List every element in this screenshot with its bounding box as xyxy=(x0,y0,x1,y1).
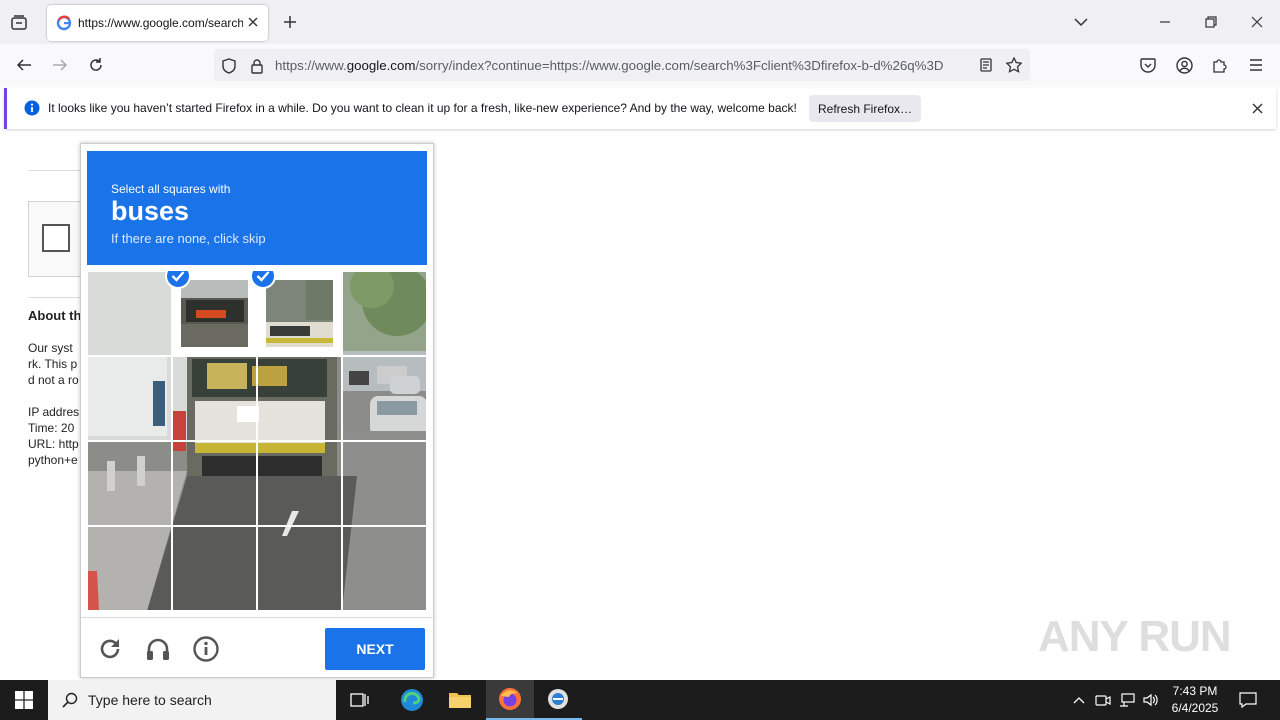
anyrun-watermark: ANY RUN xyxy=(1038,612,1232,661)
volume-icon[interactable] xyxy=(1140,680,1162,720)
reload-icon[interactable] xyxy=(85,54,107,76)
navigation-bar: https://www.google.com/sorry/index?conti… xyxy=(0,44,1280,86)
challenge-image-grid xyxy=(87,271,427,611)
challenge-header: Select all squares with buses If there a… xyxy=(87,151,427,265)
new-tab-icon[interactable] xyxy=(280,12,300,32)
extensions-icon[interactable] xyxy=(1209,54,1231,76)
grid-tile-9[interactable] xyxy=(87,441,172,526)
notification-message: It looks like you haven’t started Firefo… xyxy=(48,101,797,115)
account-icon[interactable] xyxy=(1173,54,1195,76)
back-icon[interactable] xyxy=(13,54,35,76)
page-text-line: rk. This p xyxy=(28,357,78,371)
recaptcha-challenge: Select all squares with buses If there a… xyxy=(80,143,435,679)
tab-title: https://www.google.com/search xyxy=(78,16,243,30)
info-icon xyxy=(24,100,40,116)
task-view-icon[interactable] xyxy=(336,680,384,720)
page-divider-bottom xyxy=(28,297,88,298)
grid-tile-13[interactable] xyxy=(87,526,172,611)
system-clock[interactable]: 7:43 PM 6/4/2025 xyxy=(1166,683,1224,717)
grid-tile-14[interactable] xyxy=(172,526,257,611)
next-button[interactable]: NEXT xyxy=(325,628,425,670)
firefox-view-icon[interactable] xyxy=(8,12,30,34)
close-window-icon[interactable] xyxy=(1247,12,1267,32)
minimize-icon[interactable] xyxy=(1155,12,1175,32)
grid-tile-15[interactable] xyxy=(257,526,342,611)
firefox-refresh-notification: It looks like you haven’t started Firefo… xyxy=(4,88,1276,129)
restore-icon[interactable] xyxy=(1201,12,1221,32)
page-text-line: Time: 20 xyxy=(28,421,75,435)
grid-tile-16[interactable] xyxy=(342,526,427,611)
grid-tile-11[interactable] xyxy=(257,441,342,526)
url-bar[interactable]: https://www.google.com/sorry/index?conti… xyxy=(214,49,1030,81)
taskbar-search-box[interactable]: Type here to search xyxy=(48,680,336,720)
edge-icon[interactable] xyxy=(388,680,436,720)
page-text-line: IP addres xyxy=(28,405,80,419)
grid-tile-1[interactable] xyxy=(87,271,172,356)
about-heading: About th xyxy=(28,308,82,323)
challenge-target: buses xyxy=(111,196,190,226)
bookmark-star-icon[interactable] xyxy=(1005,56,1023,74)
file-explorer-icon[interactable] xyxy=(436,680,484,720)
grid-tile-6[interactable] xyxy=(172,356,257,441)
forward-icon[interactable] xyxy=(49,54,71,76)
app-menu-icon[interactable] xyxy=(1245,54,1267,76)
grid-tile-3-selected[interactable] xyxy=(250,271,342,356)
reader-view-icon[interactable] xyxy=(977,56,995,74)
challenge-footer: NEXT xyxy=(81,617,435,679)
show-hidden-icons-icon[interactable] xyxy=(1068,680,1090,720)
start-button[interactable] xyxy=(0,680,48,720)
grid-tile-5[interactable] xyxy=(87,356,172,441)
grid-tile-7[interactable] xyxy=(257,356,342,441)
help-info-icon[interactable] xyxy=(193,636,219,662)
challenge-hint: If there are none, click skip xyxy=(111,231,266,246)
windows-logo-icon xyxy=(15,691,33,709)
clock-date: 6/4/2025 xyxy=(1171,701,1219,715)
tab-bar: https://www.google.com/search xyxy=(0,0,1280,44)
search-icon xyxy=(62,692,78,708)
grid-tile-4[interactable] xyxy=(342,271,427,356)
grid-tile-8[interactable] xyxy=(342,356,427,441)
tile-thumbnail xyxy=(266,280,333,347)
search-placeholder: Type here to search xyxy=(88,692,212,708)
page-text-line: d not a ro xyxy=(28,373,79,387)
running-app-icon[interactable] xyxy=(534,680,582,720)
close-notification-icon[interactable] xyxy=(1252,103,1263,114)
close-tab-icon[interactable] xyxy=(246,15,260,29)
grid-tile-2-selected[interactable] xyxy=(165,271,257,356)
clock-time: 7:43 PM xyxy=(1172,684,1218,698)
tracking-protection-shield-icon[interactable] xyxy=(220,57,238,75)
recaptcha-anchor-box xyxy=(28,201,88,277)
challenge-instruction: Select all squares with xyxy=(111,182,231,196)
pocket-icon[interactable] xyxy=(1137,54,1159,76)
browser-tab[interactable]: https://www.google.com/search xyxy=(47,5,268,41)
list-all-tabs-icon[interactable] xyxy=(1071,12,1091,32)
meet-now-icon[interactable] xyxy=(1092,680,1114,720)
page-divider-top xyxy=(28,170,88,171)
grid-tile-10[interactable] xyxy=(172,441,257,526)
windows-taskbar: Type here to search 7:43 PM 6/4/2025 xyxy=(0,680,1280,720)
page-text-line: python+e xyxy=(28,453,78,467)
page-text-line: URL: http xyxy=(28,437,79,451)
reload-challenge-icon[interactable] xyxy=(97,636,123,662)
lock-icon[interactable] xyxy=(248,57,266,75)
google-favicon-icon xyxy=(56,15,72,31)
page-text-line: Our syst xyxy=(28,341,73,355)
firefox-taskbar-icon[interactable] xyxy=(486,680,534,720)
tile-thumbnail xyxy=(181,280,248,347)
refresh-firefox-button[interactable]: Refresh Firefox… xyxy=(809,95,921,122)
audio-challenge-icon[interactable] xyxy=(145,636,171,662)
grid-tile-12[interactable] xyxy=(342,441,427,526)
url-text[interactable]: https://www.google.com/sorry/index?conti… xyxy=(275,58,971,73)
notifications-icon[interactable] xyxy=(1234,680,1262,720)
network-icon[interactable] xyxy=(1116,680,1138,720)
recaptcha-checkbox[interactable] xyxy=(42,224,70,252)
